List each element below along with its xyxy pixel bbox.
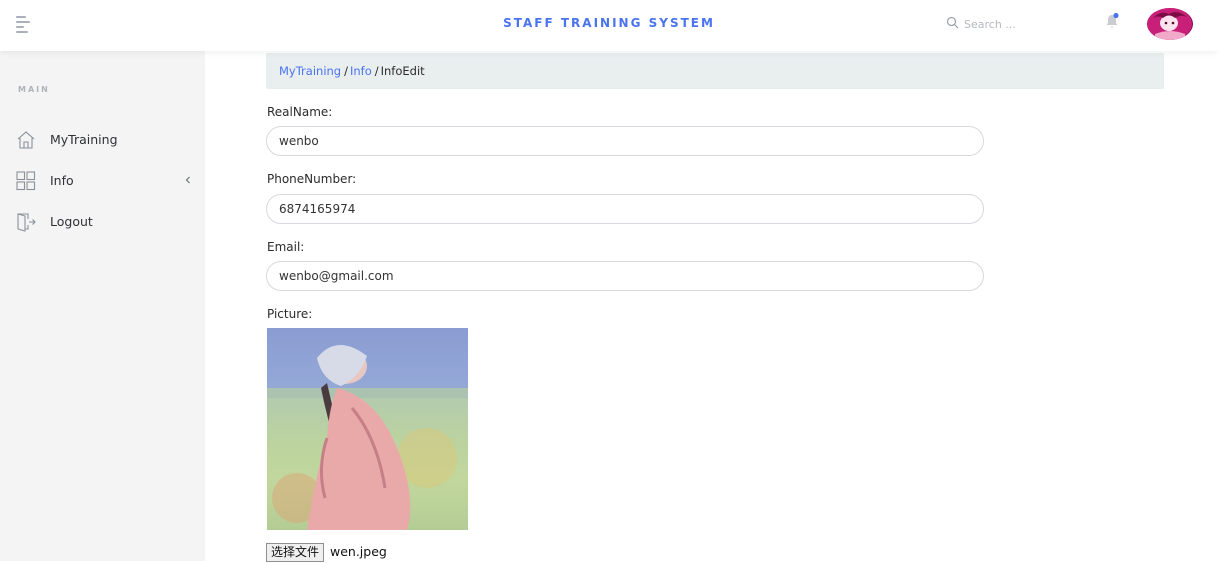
logout-icon [17,213,36,232]
breadcrumb-current: InfoEdit [380,64,425,78]
sidebar-item-mytraining[interactable]: MyTraining [16,128,194,154]
sidebar-item-logout[interactable]: Logout [16,210,194,236]
realname-label: RealName: [267,105,333,119]
breadcrumb-link-mytraining[interactable]: MyTraining [279,64,341,78]
sidebar: MAIN MyTraining Info Logout [0,51,205,561]
picture-label: Picture: [267,307,313,321]
email-label: Email: [267,240,305,254]
sidebar-item-label: Logout [50,214,93,229]
sidebar-section-label: MAIN [18,85,50,94]
avatar-image [1148,8,1192,40]
breadcrumb-separator: / [374,64,379,78]
choose-file-button[interactable]: 选择文件 [266,543,325,562]
sidebar-item-label: Info [50,173,74,188]
phone-label: PhoneNumber: [267,172,357,186]
grid-icon [16,171,36,191]
sidebar-item-label: MyTraining [50,132,118,147]
search-input[interactable] [964,14,1060,34]
profile-picture [267,328,468,530]
search-box[interactable] [946,14,1066,34]
notification-bell-icon[interactable] [1104,12,1120,30]
selected-file-name: wen.jpeg [330,544,387,559]
realname-input[interactable] [266,126,984,156]
home-icon [17,131,35,149]
breadcrumb-link-info[interactable]: Info [350,64,372,78]
chevron-left-icon [185,176,190,184]
breadcrumb-separator: / [344,64,348,78]
sidebar-item-info[interactable]: Info [16,169,194,195]
top-bar: STAFF TRAINING SYSTEM [0,0,1218,51]
profile-picture-image [267,328,468,530]
search-icon [946,16,959,29]
user-avatar[interactable] [1147,8,1193,40]
breadcrumb: MyTraining / Info / InfoEdit [266,53,1164,89]
phone-input[interactable] [266,194,984,224]
email-input[interactable] [266,261,984,291]
